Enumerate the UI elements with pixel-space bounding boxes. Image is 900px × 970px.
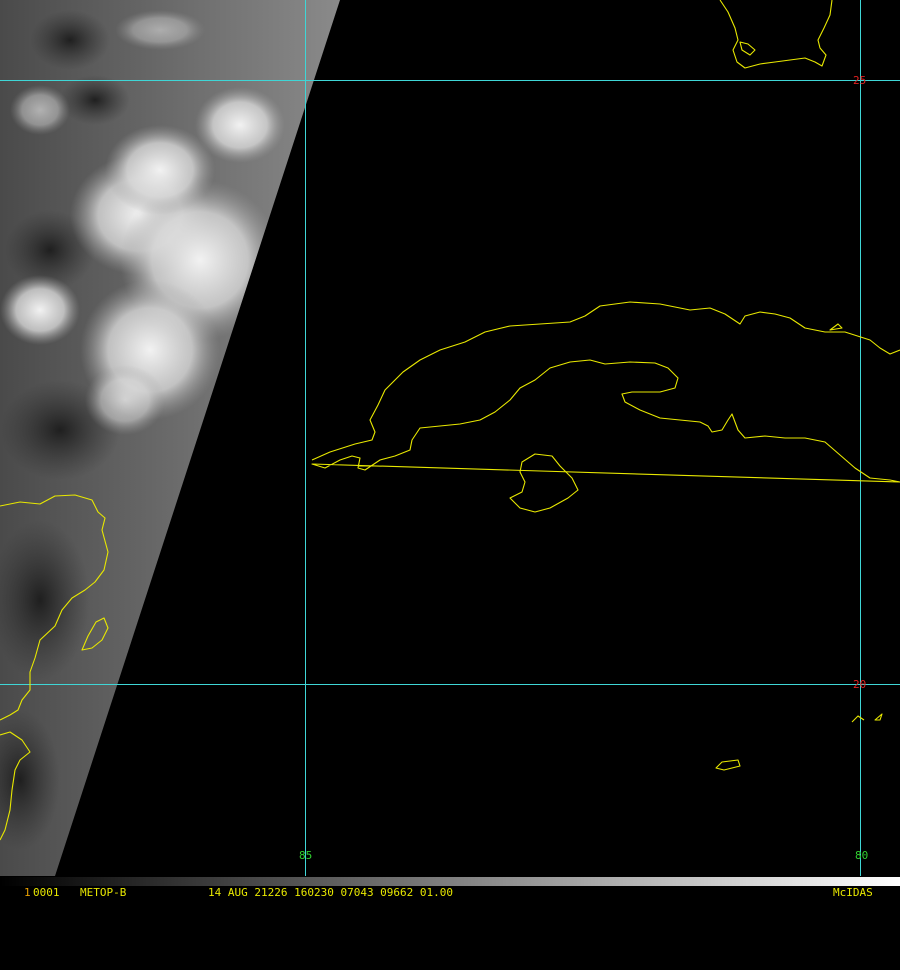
software-label: McIDAS: [833, 886, 873, 899]
florida-coastline: [719, 0, 833, 69]
status-bar: 1 0001 METOP-B 14 AUG 21226 160230 07043…: [0, 886, 900, 900]
isla-de-la-juventud-coastline: [509, 453, 579, 513]
lon-80-label: 80: [855, 849, 868, 862]
satellite-name: METOP-B: [80, 886, 127, 899]
image-id: 0001: [33, 886, 60, 899]
cuba-coastline: [311, 301, 900, 483]
jamaica-tip: [851, 713, 883, 723]
cuba-cay: [829, 323, 843, 331]
frame-number: 1: [24, 886, 31, 899]
grayscale-bar: [0, 877, 900, 886]
lat-25-label: 25: [853, 74, 866, 87]
cayman-island: [715, 759, 741, 771]
satellite-swath: [0, 0, 340, 876]
lat-20-label: 20: [853, 678, 866, 691]
florida-keys-island: [739, 41, 756, 56]
lon-85-label: 85: [299, 849, 312, 862]
satellite-map: 25 20 85 80: [0, 0, 900, 886]
timestamp-info: 14 AUG 21226 160230 07043 09662 01.00: [208, 886, 454, 899]
